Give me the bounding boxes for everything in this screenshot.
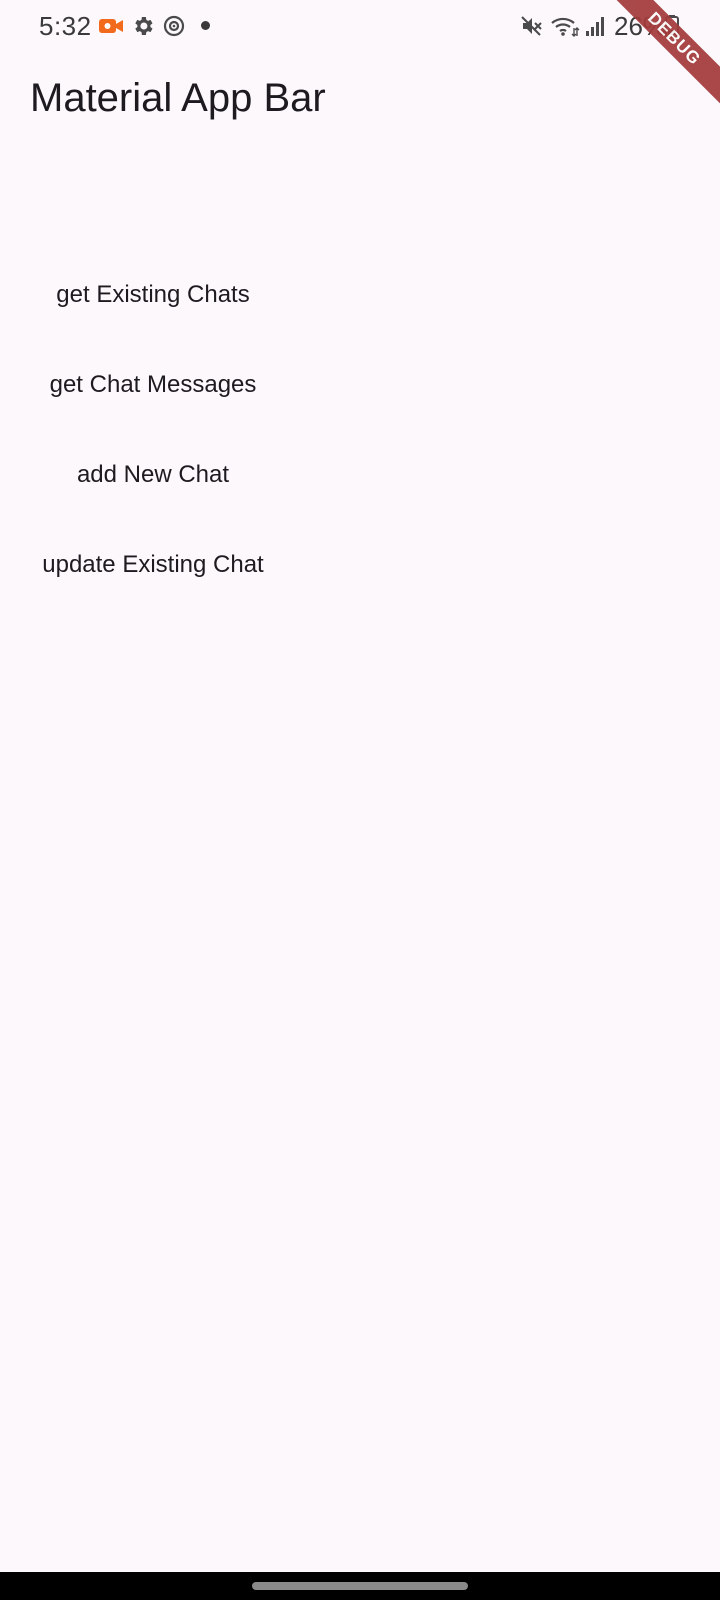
update-existing-chat-button[interactable]: update Existing Chat: [0, 520, 306, 610]
add-new-chat-button[interactable]: add New Chat: [0, 430, 306, 520]
mute-icon: [521, 16, 542, 36]
wifi-icon: [551, 17, 580, 37]
app-bar-title: Material App Bar: [30, 76, 326, 120]
button-column: get Existing Chats get Chat Messages add…: [0, 250, 306, 610]
app-screen: 5:32 26% DEBUG Material App Bar get Exis…: [0, 0, 720, 1600]
status-bar: 5:32 26%: [0, 0, 720, 52]
get-chat-messages-button[interactable]: get Chat Messages: [0, 340, 306, 430]
focus-mode-icon: [163, 15, 185, 37]
signal-icon: [586, 17, 604, 36]
home-indicator[interactable]: [252, 1582, 468, 1590]
status-time: 5:32: [39, 11, 92, 41]
screen-record-icon: [99, 19, 123, 33]
app-bar: Material App Bar: [0, 52, 720, 148]
settings-gear-icon: [135, 17, 153, 35]
get-existing-chats-button[interactable]: get Existing Chats: [0, 250, 306, 340]
system-navigation-bar: [0, 1572, 720, 1600]
notification-dot-icon: [201, 21, 210, 30]
